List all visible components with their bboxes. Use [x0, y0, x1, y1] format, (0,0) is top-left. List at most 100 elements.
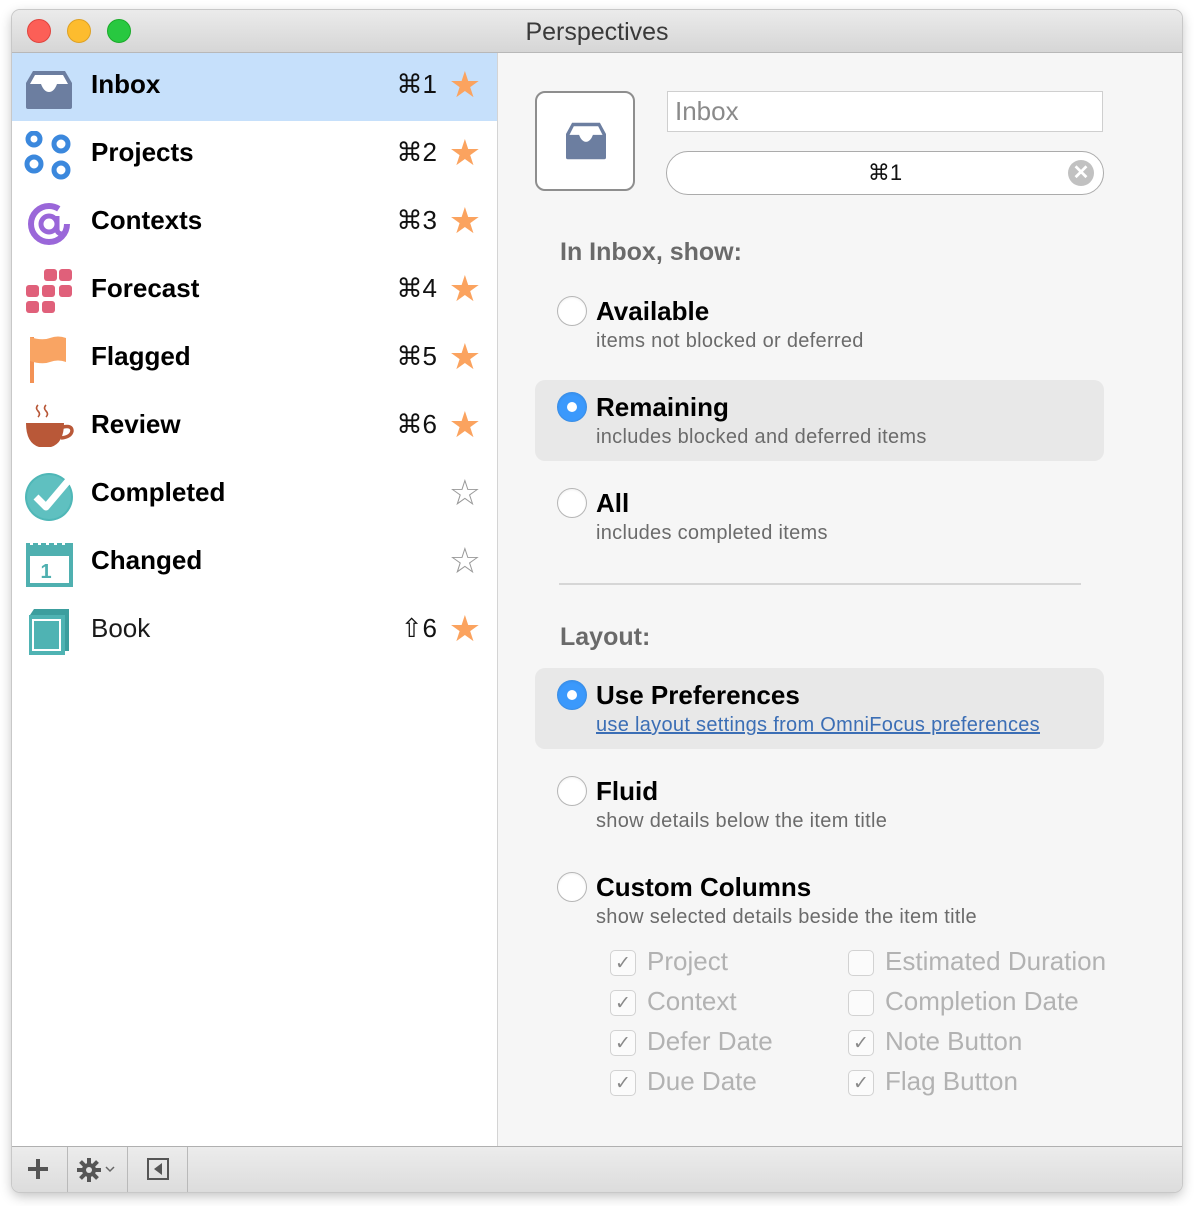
flag-icon: [30, 336, 66, 383]
coffee-cup-icon: [26, 404, 74, 447]
show-option-remaining[interactable]: Remaining includes blocked and deferred …: [535, 380, 1104, 461]
sidebar-item-label: Completed: [91, 477, 226, 507]
show-option-all[interactable]: All includes completed items: [535, 474, 1104, 555]
option-description: show details below the item title: [596, 810, 888, 832]
checkbox-label: Note Button: [885, 1026, 1023, 1056]
sidebar-item-inbox[interactable]: Inbox ⌘1 ★: [12, 53, 497, 121]
checkbox[interactable]: ✓: [610, 1030, 636, 1056]
favorite-star-icon[interactable]: ★: [449, 607, 481, 651]
forecast-icon: [26, 269, 72, 313]
radio-button[interactable]: [557, 872, 587, 902]
radio-button[interactable]: [557, 488, 587, 518]
checkbox-label: Due Date: [647, 1066, 757, 1096]
sidebar-item-label: Book: [91, 613, 151, 643]
contexts-at-icon: [28, 203, 70, 245]
svg-text:1: 1: [40, 561, 51, 583]
checkbox-unchecked[interactable]: [848, 990, 874, 1016]
option-description: show selected details beside the item ti…: [596, 906, 977, 928]
perspective-icon-well[interactable]: [535, 91, 635, 191]
action-menu-button[interactable]: [68, 1147, 128, 1192]
omnifocus-preferences-link[interactable]: use layout settings from OmniFocus prefe…: [596, 714, 1040, 737]
keyboard-shortcut: ⌘2: [396, 137, 437, 167]
chevron-down-icon: [105, 1166, 115, 1173]
show-section-heading: In Inbox, show:: [560, 238, 742, 266]
add-perspective-button[interactable]: [12, 1147, 68, 1192]
option-description: includes blocked and deferred items: [596, 426, 927, 448]
favorite-star-icon[interactable]: ★: [449, 403, 481, 447]
option-title: Custom Columns: [596, 872, 812, 902]
checkbox-unchecked[interactable]: [848, 950, 874, 976]
window-title: Perspectives: [525, 18, 669, 46]
sidebar-item-contexts[interactable]: Contexts ⌘3 ★: [12, 189, 497, 257]
sidebar-item-label: Forecast: [91, 273, 200, 303]
sidebar-item-book[interactable]: Book ⇧6 ★: [12, 597, 497, 665]
projects-icon: [24, 131, 71, 180]
shortcut-value: ⌘1: [867, 160, 903, 185]
layout-option-fluid[interactable]: Fluid show details below the item title: [535, 762, 1104, 843]
favorite-star-icon[interactable]: ★: [449, 63, 481, 107]
clear-shortcut-icon[interactable]: ✕: [1068, 160, 1094, 186]
favorite-star-icon[interactable]: ★: [449, 199, 481, 243]
checkbox-label: Defer Date: [647, 1026, 773, 1056]
option-title: Use Preferences: [596, 680, 800, 710]
option-title: All: [596, 488, 630, 518]
checkbox-label: Estimated Duration: [885, 946, 1107, 976]
keyboard-shortcut: ⌘6: [396, 409, 437, 439]
favorite-star-empty-icon[interactable]: ☆: [449, 539, 481, 583]
checkbox[interactable]: ✓: [610, 990, 636, 1016]
checkbox-label: Context: [647, 986, 737, 1016]
keyboard-shortcut: ⇧6: [400, 613, 437, 643]
sidebar-item-forecast[interactable]: Forecast ⌘4 ★: [12, 257, 497, 325]
sidebar-item-label: Projects: [91, 137, 194, 167]
perspectives-sidebar: Inbox ⌘1 ★ Projects ⌘2 ★ Contexts ⌘3 ★ F…: [12, 53, 498, 1146]
plus-icon: [28, 1159, 48, 1179]
layout-option-use-preferences[interactable]: Use Preferences use layout settings from…: [535, 668, 1104, 749]
sidebar-item-flagged[interactable]: Flagged ⌘5 ★: [12, 325, 497, 393]
radio-button[interactable]: [557, 776, 587, 806]
checkmark-circle-icon: [25, 473, 73, 521]
show-option-available[interactable]: Available items not blocked or deferred: [535, 282, 1104, 363]
favorite-star-icon[interactable]: ★: [449, 131, 481, 175]
perspective-detail-pane: ⌘1 ✕ In Inbox, show: Available items not…: [498, 53, 1182, 1146]
toggle-sidebar-button[interactable]: [128, 1147, 188, 1192]
sidebar-item-label: Review: [91, 409, 181, 439]
radio-button-selected[interactable]: [557, 392, 587, 422]
checkbox[interactable]: ✓: [848, 1030, 874, 1056]
checkbox-label: Project: [647, 946, 728, 976]
perspective-name-field[interactable]: [667, 91, 1103, 132]
option-title: Remaining: [596, 392, 729, 422]
checkbox[interactable]: ✓: [610, 1070, 636, 1096]
inbox-icon: [26, 71, 72, 109]
layout-option-custom-columns[interactable]: Custom Columns show selected details bes…: [535, 858, 1104, 939]
shortcut-recorder-field[interactable]: ⌘1 ✕: [666, 151, 1104, 195]
keyboard-shortcut: ⌘3: [396, 205, 437, 235]
favorite-star-icon[interactable]: ★: [449, 335, 481, 379]
favorite-star-icon[interactable]: ★: [449, 267, 481, 311]
checkbox[interactable]: ✓: [848, 1070, 874, 1096]
sidebar-item-label: Inbox: [91, 69, 161, 99]
layout-section-heading: Layout:: [560, 623, 651, 651]
bottom-toolbar: [12, 1146, 1182, 1192]
section-divider: [559, 583, 1081, 585]
radio-button[interactable]: [557, 296, 587, 326]
book-icon: [29, 609, 69, 655]
checkbox-label: Completion Date: [885, 986, 1079, 1016]
checkbox[interactable]: ✓: [610, 950, 636, 976]
sidebar-item-completed[interactable]: Completed ☆: [12, 461, 497, 529]
sidebar-item-label: Flagged: [91, 341, 191, 371]
radio-button-selected[interactable]: [557, 680, 587, 710]
favorite-star-empty-icon[interactable]: ☆: [449, 471, 481, 515]
title-bar: Perspectives: [12, 10, 1182, 53]
option-title: Fluid: [596, 776, 659, 806]
calendar-icon: 1: [26, 542, 73, 587]
sidebar-item-projects[interactable]: Projects ⌘2 ★: [12, 121, 497, 189]
option-description: items not blocked or deferred: [596, 330, 864, 352]
option-title: Available: [596, 296, 710, 326]
checkbox-label: Flag Button: [885, 1066, 1018, 1096]
perspectives-window: Perspectives Inbox ⌘1 ★ Projects ⌘2 ★ Co…: [12, 10, 1182, 1192]
keyboard-shortcut: ⌘5: [396, 341, 437, 371]
sidebar-item-review[interactable]: Review ⌘6 ★: [12, 393, 497, 461]
sidebar-item-changed[interactable]: 1 Changed ☆: [12, 529, 497, 597]
sidebar-collapse-icon: [147, 1158, 169, 1180]
keyboard-shortcut: ⌘4: [396, 273, 437, 303]
